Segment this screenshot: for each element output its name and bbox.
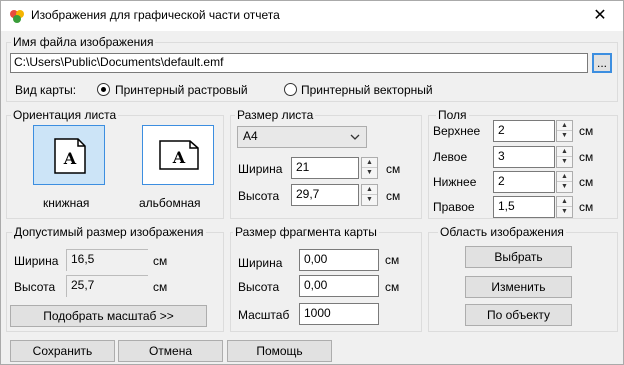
- spin-down-icon[interactable]: ▼: [557, 157, 572, 167]
- margin-left-label: Левое: [433, 150, 468, 164]
- landscape-button[interactable]: A: [142, 125, 214, 185]
- fragment-width-label: Ширина: [238, 256, 283, 270]
- margin-right-input[interactable]: 1,5: [493, 196, 555, 218]
- spin-down-icon[interactable]: ▼: [557, 182, 572, 192]
- sheet-height-spinner[interactable]: ▲ ▼: [361, 184, 378, 206]
- sheet-height-input[interactable]: 29,7: [291, 184, 359, 206]
- spin-down-icon[interactable]: ▼: [362, 168, 377, 178]
- by-object-button[interactable]: По объекту: [465, 304, 572, 326]
- fragment-scale-input[interactable]: 1000: [299, 303, 379, 325]
- fit-scale-button[interactable]: Подобрать масштаб >>: [10, 305, 207, 327]
- spin-down-icon[interactable]: ▼: [557, 207, 572, 217]
- select-area-button[interactable]: Выбрать: [465, 246, 572, 268]
- fragment-width-unit: см: [385, 253, 400, 267]
- margin-left-input[interactable]: 3: [493, 146, 555, 168]
- allowed-width-label: Ширина: [14, 254, 59, 268]
- landscape-label: альбомная: [139, 196, 201, 210]
- margin-bottom-unit: см: [579, 175, 594, 189]
- sheet-width-unit: см: [386, 162, 401, 176]
- fragment-scale-label: Масштаб: [238, 308, 290, 322]
- margin-left-spinner[interactable]: ▲ ▼: [556, 146, 573, 168]
- radio-vector[interactable]: [284, 83, 297, 96]
- sheet-width-input[interactable]: 21: [291, 157, 359, 179]
- spin-up-icon[interactable]: ▲: [557, 197, 572, 207]
- sheet-format-value: A4: [243, 129, 258, 143]
- spin-up-icon[interactable]: ▲: [557, 172, 572, 182]
- margins-group-label: Поля: [436, 108, 469, 122]
- area-group-label: Область изображения: [438, 225, 566, 239]
- fragment-height-input[interactable]: 0,00: [299, 275, 379, 297]
- help-button[interactable]: Помощь: [227, 340, 332, 362]
- margin-top-spinner[interactable]: ▲ ▼: [556, 120, 573, 142]
- spin-up-icon[interactable]: ▲: [362, 158, 377, 168]
- radio-vector-label[interactable]: Принтерный векторный: [301, 83, 433, 97]
- margin-left-unit: см: [579, 150, 594, 164]
- fragment-height-label: Высота: [238, 280, 280, 294]
- allowed-size-group-label: Допустимый размер изображения: [12, 225, 206, 239]
- margin-top-label: Верхнее: [433, 124, 481, 138]
- file-path-input[interactable]: C:\Users\Public\Documents\default.emf: [10, 53, 588, 73]
- spin-down-icon[interactable]: ▼: [362, 195, 377, 205]
- allowed-height-unit: см: [153, 280, 168, 294]
- title-bar: Изображения для графической части отчета…: [1, 1, 623, 31]
- fragment-group-label: Размер фрагмента карты: [233, 225, 379, 239]
- radio-raster[interactable]: [97, 83, 110, 96]
- spin-down-icon[interactable]: ▼: [557, 131, 572, 141]
- landscape-letter: A: [172, 148, 186, 167]
- chevron-down-icon: [350, 134, 360, 140]
- margin-bottom-label: Нижнее: [433, 175, 477, 189]
- spin-up-icon[interactable]: ▲: [362, 185, 377, 195]
- portrait-button[interactable]: A: [33, 125, 105, 185]
- margin-right-unit: см: [579, 200, 594, 214]
- portrait-page-icon: A: [54, 138, 86, 174]
- radio-raster-label[interactable]: Принтерный растровый: [115, 83, 248, 97]
- orientation-group-label: Ориентация листа: [11, 108, 119, 122]
- sheet-height-unit: см: [386, 189, 401, 203]
- margin-right-label: Правое: [433, 200, 475, 214]
- sheet-width-spinner[interactable]: ▲ ▼: [361, 157, 378, 179]
- change-area-button[interactable]: Изменить: [465, 276, 572, 298]
- app-icon: [10, 10, 24, 23]
- sheet-height-label: Высота: [238, 189, 280, 203]
- save-button[interactable]: Сохранить: [10, 340, 115, 362]
- allowed-width-value: 16,5: [66, 249, 148, 271]
- allowed-height-label: Высота: [14, 280, 56, 294]
- window-title: Изображения для графической части отчета: [31, 8, 280, 22]
- margin-right-spinner[interactable]: ▲ ▼: [556, 196, 573, 218]
- close-icon[interactable]: ✕: [577, 1, 623, 31]
- spin-up-icon[interactable]: ▲: [557, 147, 572, 157]
- margin-bottom-input[interactable]: 2: [493, 171, 555, 193]
- sheet-format-select[interactable]: A4: [237, 126, 367, 148]
- allowed-width-unit: см: [153, 254, 168, 268]
- map-type-label: Вид карты:: [15, 83, 77, 97]
- browse-button[interactable]: ...: [592, 53, 612, 73]
- dialog-window: Изображения для графической части отчета…: [0, 0, 624, 365]
- fragment-height-unit: см: [385, 280, 400, 294]
- landscape-page-icon: A: [159, 140, 199, 170]
- portrait-label: книжная: [43, 196, 90, 210]
- file-group-label: Имя файла изображения: [11, 35, 156, 49]
- sheet-group-label: Размер листа: [235, 108, 316, 122]
- fragment-width-input[interactable]: 0,00: [299, 249, 379, 271]
- portrait-letter: A: [63, 149, 77, 168]
- margin-top-input[interactable]: 2: [493, 120, 555, 142]
- sheet-width-label: Ширина: [238, 162, 283, 176]
- margin-top-unit: см: [579, 124, 594, 138]
- margin-bottom-spinner[interactable]: ▲ ▼: [556, 171, 573, 193]
- cancel-button[interactable]: Отмена: [118, 340, 223, 362]
- spin-up-icon[interactable]: ▲: [557, 121, 572, 131]
- allowed-height-value: 25,7: [66, 275, 148, 297]
